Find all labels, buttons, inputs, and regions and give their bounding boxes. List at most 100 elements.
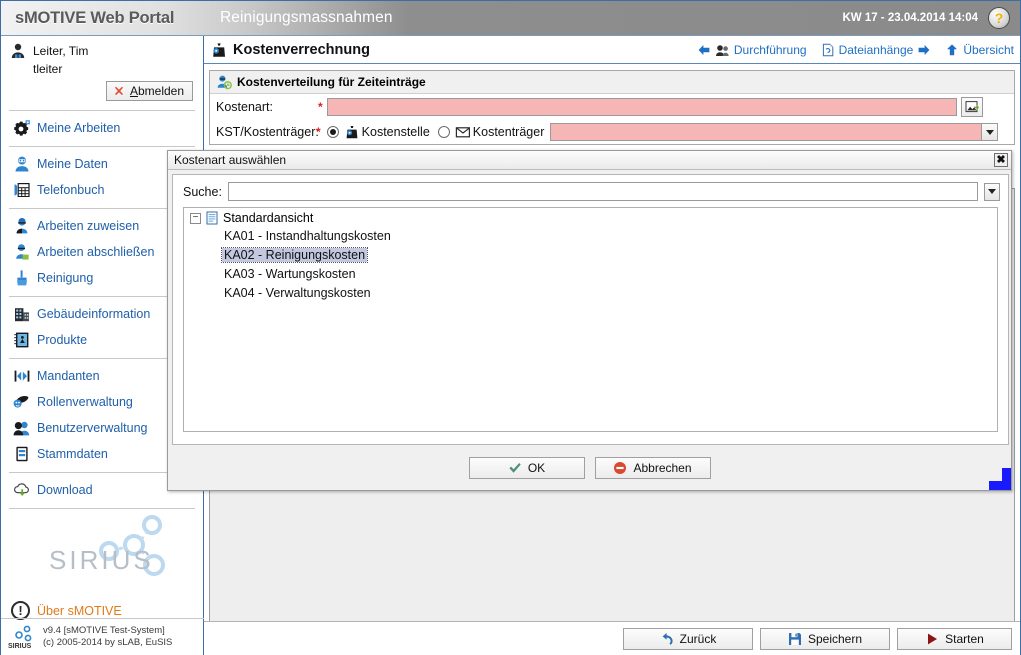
search-input-field[interactable] [228,183,977,200]
header-right-group: KW 17 - 23.04.2014 14:04 ? [842,7,1020,29]
radio-kostentraeger[interactable] [437,126,450,138]
required-marker: * [318,100,323,114]
sidebar-item-label: Benutzerverwaltung [37,421,148,435]
gear-icon [13,119,31,137]
sidebar-item-meine-arbeiten[interactable]: Meine Arbeiten [1,115,203,141]
radio-kostenstelle[interactable] [326,126,339,138]
divider [9,110,195,111]
logout-row: Abmelden [9,81,195,101]
kostenart-picker-button[interactable] [960,97,983,117]
cancel-button[interactable]: Abbrechen [594,457,711,479]
search-input[interactable] [227,182,978,201]
cost-accounting-icon [210,41,228,59]
collapse-icon[interactable]: − [190,212,201,224]
close-icon[interactable]: ✖ [994,153,1008,167]
complete-work-icon [13,243,31,261]
document-icon [205,211,219,225]
search-label: Suche: [183,184,222,199]
zurueck-button[interactable]: Zurück [623,627,753,650]
content-header: Kostenverrechnung Durchführung Dateianhä… [204,36,1020,64]
divider [9,146,195,147]
calendar-week-date: KW 17 - 23.04.2014 14:04 [842,12,978,24]
check-icon [508,461,522,475]
svg-text:SIRIUS: SIRIUS [8,643,32,650]
kostenart-tree[interactable]: − Standardansicht KA01 - Instandhaltungs… [183,207,998,432]
link-dateianhaenge[interactable]: Dateianhänge [821,43,932,57]
resize-handle-horizontal[interactable] [989,481,1011,490]
user-block: Leiter, Tim tleiter Abmelden [1,36,203,105]
chevron-down-icon [985,129,994,135]
search-row: Suche: [173,175,1008,207]
radio-kostentraeger-label[interactable]: Kostenträger [473,125,545,139]
sirius-small-logo-icon: SIRIUS [7,624,37,650]
undo-icon [660,632,674,646]
divider [9,508,195,509]
tree-root-node[interactable]: − Standardansicht [184,208,997,227]
products-icon [13,331,31,349]
kostenstelle-icon [344,124,360,140]
dialog-title: Kostenart auswählen [174,153,287,167]
brand-logo: sMOTIVE Web Portal [15,8,175,27]
user-icon [9,42,27,60]
sirius-logo: SIRIUS [1,515,203,599]
sirius-wordmark: SIRIUS [49,545,154,575]
link-uebersicht[interactable]: Übersicht [945,43,1014,57]
tree-item-ka04[interactable]: KA04 - Verwaltungskosten [184,284,997,303]
search-dropdown-button[interactable] [984,182,1000,201]
version-text: v9.4 [sMOTIVE Test-System] (c) 2005-2014… [43,625,172,649]
logout-accesskey: A [129,84,138,98]
tree-item-label: KA01 - Instandhaltungskosten [224,229,391,243]
page-module-title: Reinigungsmassnahmen [220,9,393,26]
page-title-text: Kostenverrechnung [233,41,370,58]
people-icon [715,43,730,57]
cancel-icon [613,461,627,475]
sidebar-item-label: Produkte [37,333,88,347]
close-x-icon [113,85,125,97]
ok-button[interactable]: OK [468,457,585,479]
cost-distribution-panel: Kostenverteilung für Zeiteinträge Kosten… [209,70,1015,145]
up-arrow-icon [945,43,959,57]
back-arrow-icon [697,43,711,57]
tree-item-ka02[interactable]: KA02 - Reinigungskosten [184,246,997,265]
forward-arrow-icon [917,43,931,57]
help-icon[interactable]: ? [988,7,1010,29]
sidebar-item-label: Meine Arbeiten [37,121,121,135]
building-icon [13,305,31,323]
required-marker: * [316,125,321,139]
time-entries-icon [216,74,232,90]
user-login: tleiter [33,62,63,76]
application-window: sMOTIVE Web Portal Reinigungsmassnahmen … [0,0,1021,655]
cleaning-icon [13,269,31,287]
button-label: Zurück [679,631,717,646]
tree-item-label: KA04 - Verwaltungskosten [224,286,371,300]
starten-button[interactable]: Starten [897,627,1012,650]
kostenart-select-dialog: Kostenart auswählen ✖ Suche: − Standarda… [167,150,1012,491]
link-durchfuehrung[interactable]: Durchführung [697,43,807,57]
kst-input[interactable] [550,123,983,141]
button-label: Starten [945,631,984,646]
link-label: Durchführung [733,42,807,57]
sidebar-item-label: Arbeiten abschließen [37,245,155,259]
content-header-links: Durchführung Dateianhänge Übersicht [697,43,1014,57]
speichern-button[interactable]: Speichern [760,627,890,650]
link-label: Dateianhänge [838,42,914,57]
tree-item-ka01[interactable]: KA01 - Instandhaltungskosten [184,227,997,246]
app-header: sMOTIVE Web Portal Reinigungsmassnahmen … [1,1,1020,36]
sidebar-item-label: Rollenverwaltung [37,395,133,409]
sidebar-item-label: Arbeiten zuweisen [37,219,140,233]
kostenart-input[interactable] [326,98,957,116]
kst-dropdown-button[interactable] [982,123,999,141]
action-bar: Zurück Speichern Starten [204,621,1020,655]
tree-item-label: KA03 - Wartungskosten [224,267,356,281]
button-label: Abbrechen [633,461,692,475]
save-icon [788,632,802,646]
button-label: OK [527,461,546,475]
page-title: Kostenverrechnung [210,41,697,59]
assign-work-icon [13,217,31,235]
tree-item-ka03[interactable]: KA03 - Wartungskosten [184,265,997,284]
about-label: Über sMOTIVE [37,603,122,618]
users-icon [13,419,31,437]
logout-button[interactable]: Abmelden [105,81,193,101]
radio-kostenstelle-label[interactable]: Kostenstelle [362,125,430,139]
dialog-titlebar[interactable]: Kostenart auswählen ✖ [168,151,1011,170]
